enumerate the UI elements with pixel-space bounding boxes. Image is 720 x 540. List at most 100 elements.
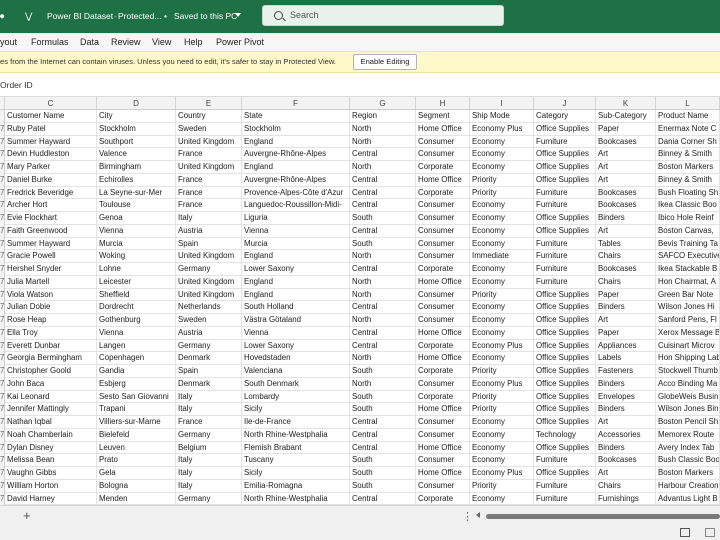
cell[interactable]: North — [350, 250, 416, 263]
cell[interactable]: Lombardy — [242, 390, 350, 404]
cell[interactable]: Devin Huddleston — [5, 148, 97, 161]
cell[interactable]: South — [350, 403, 416, 416]
cell[interactable]: Office Supplies — [534, 161, 596, 174]
quick-access-more-icon[interactable]: ⋁ — [25, 0, 32, 33]
cell[interactable]: Priority — [470, 479, 534, 493]
cell[interactable]: Art — [596, 416, 656, 429]
cell[interactable]: Villiers-sur-Marne — [97, 416, 176, 429]
menu-view[interactable]: View — [152, 33, 171, 52]
cell[interactable]: Binney & Smith — [656, 173, 720, 187]
cell[interactable]: Copenhagen — [97, 352, 176, 365]
cell[interactable]: Summer Hayward — [5, 135, 97, 149]
cell[interactable]: Nathan Iqbal — [5, 416, 97, 429]
cell[interactable]: Rose Heap — [5, 314, 97, 327]
cell[interactable]: United Kingdom — [176, 135, 242, 149]
cell[interactable]: South — [350, 365, 416, 378]
cell[interactable]: Summer Hayward — [5, 237, 97, 251]
cell[interactable]: Office Supplies — [534, 212, 596, 225]
cell[interactable]: Appliances — [596, 339, 656, 353]
cell[interactable]: Office Supplies — [534, 224, 596, 238]
cell[interactable]: Office Supplies — [534, 326, 596, 340]
cell[interactable]: Germany — [176, 263, 242, 276]
cell[interactable]: Art — [596, 161, 656, 174]
cell[interactable]: Southport — [97, 135, 176, 149]
cell[interactable]: United Kingdom — [176, 250, 242, 263]
cell[interactable]: Furniture — [534, 186, 596, 200]
column-header-f[interactable]: F — [242, 97, 350, 110]
cell[interactable]: La Seyne-sur-Mer — [97, 186, 176, 200]
cell[interactable]: Germany — [176, 428, 242, 442]
scroll-left-icon[interactable] — [476, 512, 480, 518]
cell[interactable]: Office Supplies — [534, 416, 596, 429]
cell[interactable]: Sweden — [176, 314, 242, 327]
cell[interactable]: William Horton — [5, 479, 97, 493]
cell[interactable]: Boston Canvas, — [656, 224, 720, 238]
column-title[interactable]: Country — [176, 110, 242, 123]
cell[interactable]: Home Office — [416, 467, 470, 480]
cell[interactable]: Hershel Snyder — [5, 263, 97, 276]
cell[interactable]: Emilia-Romagna — [242, 479, 350, 493]
cell[interactable]: Lohne — [97, 263, 176, 276]
cell[interactable]: Art — [596, 314, 656, 327]
cell[interactable]: Auvergne-Rhône-Alpes — [242, 148, 350, 161]
cell[interactable]: North Rhine-Westphalia — [242, 492, 350, 505]
cell[interactable]: Wilson Jones Bin — [656, 403, 720, 416]
cell[interactable]: Office Supplies — [534, 314, 596, 327]
cell[interactable]: Binders — [596, 377, 656, 391]
cell[interactable]: Sheffield — [97, 288, 176, 302]
horizontal-scrollbar[interactable] — [486, 514, 720, 519]
cell[interactable]: United Kingdom — [176, 275, 242, 289]
cell[interactable]: Central — [350, 224, 416, 238]
cell[interactable]: Office Supplies — [534, 288, 596, 302]
cell[interactable]: Ella Troy — [5, 326, 97, 340]
cell[interactable]: Bookcases — [596, 263, 656, 276]
cell[interactable]: North Rhine-Westphalia — [242, 428, 350, 442]
cell[interactable]: Vienna — [97, 326, 176, 340]
cell[interactable]: Consumer — [416, 212, 470, 225]
cell[interactable]: Corporate — [416, 186, 470, 200]
column-header-j[interactable]: J — [534, 97, 596, 110]
cell[interactable]: Menden — [97, 492, 176, 505]
cell[interactable]: Julian Dobie — [5, 301, 97, 314]
cell[interactable]: Genoa — [97, 212, 176, 225]
cell[interactable]: Boston Markers — [656, 467, 720, 480]
cell[interactable]: Economy — [470, 441, 534, 455]
cell[interactable]: Hon Shipping Lab — [656, 352, 720, 365]
cell[interactable]: Immediate — [470, 250, 534, 263]
column-header-c[interactable]: C — [5, 97, 97, 110]
cell[interactable]: Consumer — [416, 237, 470, 251]
cell[interactable]: Daniel Burke — [5, 173, 97, 187]
menu-data[interactable]: Data — [80, 33, 99, 52]
cell[interactable]: Home Office — [416, 275, 470, 289]
cell[interactable]: Vienna — [97, 224, 176, 238]
cell[interactable]: South — [350, 467, 416, 480]
cell[interactable]: Art — [596, 148, 656, 161]
cell[interactable]: Priority — [470, 186, 534, 200]
cell[interactable]: Germany — [176, 492, 242, 505]
cell[interactable]: Home Office — [416, 403, 470, 416]
cell[interactable]: Italy — [176, 467, 242, 480]
cell[interactable]: Central — [350, 199, 416, 212]
cell[interactable]: South — [350, 390, 416, 404]
cell[interactable]: England — [242, 275, 350, 289]
cell[interactable]: Economy — [470, 454, 534, 467]
cell[interactable]: Priority — [470, 390, 534, 404]
cell[interactable]: Corporate — [416, 365, 470, 378]
cell[interactable]: Office Supplies — [534, 173, 596, 187]
cell[interactable]: Consumer — [416, 250, 470, 263]
column-title[interactable]: Segment — [416, 110, 470, 123]
cell[interactable]: Home Office — [416, 326, 470, 340]
cell[interactable]: England — [242, 135, 350, 149]
cell[interactable]: Corporate — [416, 263, 470, 276]
cell[interactable]: Economy Plus — [470, 122, 534, 136]
cell[interactable]: Art — [596, 173, 656, 187]
cell[interactable]: Acco Binding Ma — [656, 377, 720, 391]
cell[interactable]: Consumer — [416, 135, 470, 149]
cell[interactable]: Central — [350, 301, 416, 314]
cell[interactable]: Office Supplies — [534, 122, 596, 136]
cell[interactable]: Valenciana — [242, 365, 350, 378]
column-header-l[interactable]: L — [656, 97, 720, 110]
cell[interactable]: Spain — [176, 237, 242, 251]
cell[interactable]: South Holland — [242, 301, 350, 314]
cell[interactable]: Chairs — [596, 479, 656, 493]
